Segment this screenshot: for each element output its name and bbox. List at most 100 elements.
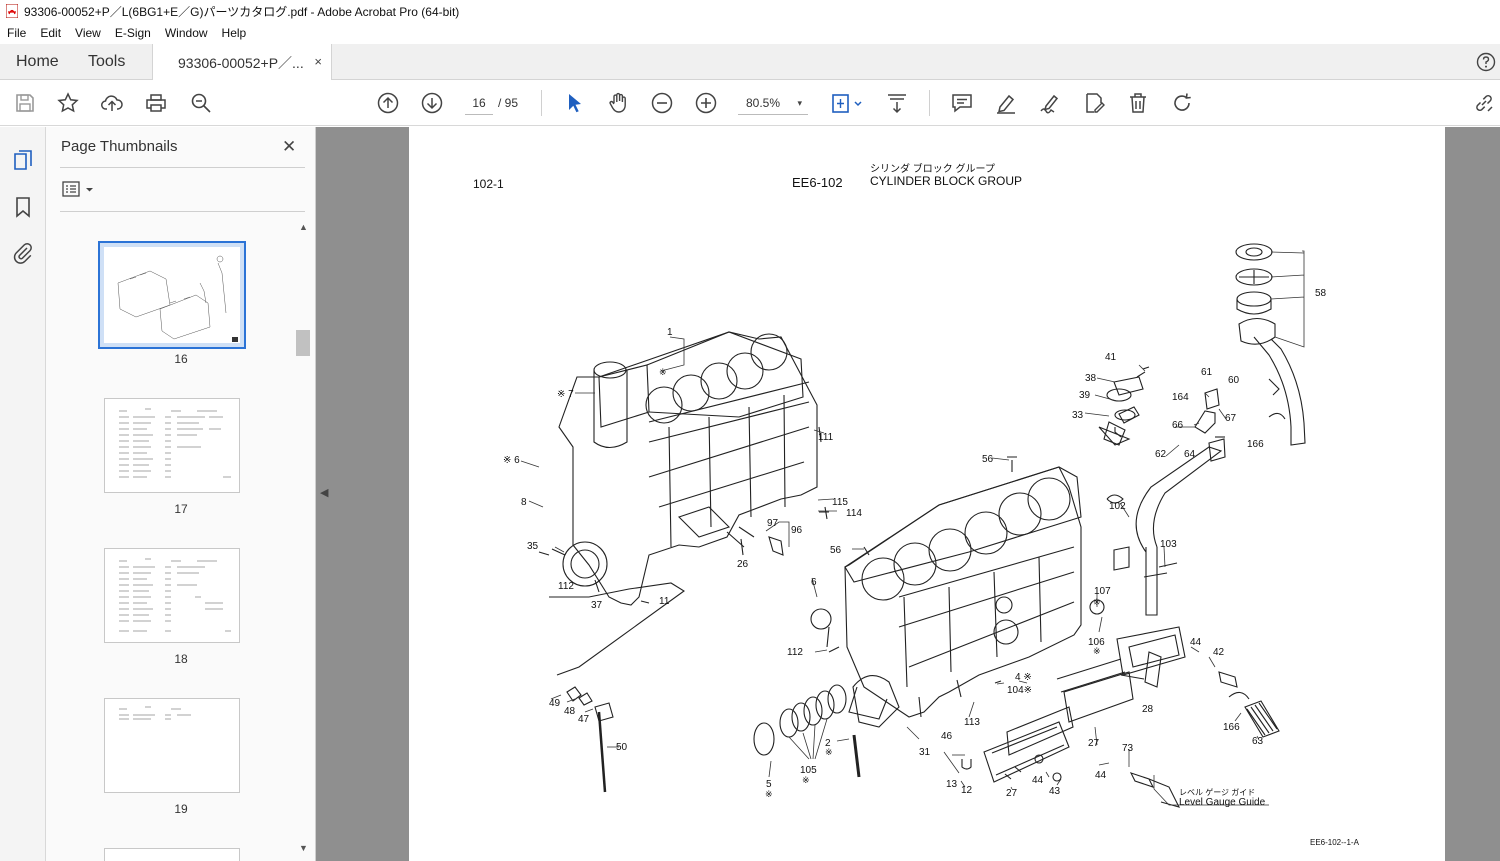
callout: 166 bbox=[1247, 439, 1264, 450]
thumbnail-label-19: 19 bbox=[174, 802, 188, 816]
svg-text:※: ※ bbox=[825, 747, 833, 757]
callout: 35 bbox=[527, 541, 539, 552]
zoom-search-icon[interactable] bbox=[189, 91, 213, 115]
callout: 164 bbox=[1172, 392, 1189, 403]
menu-esign[interactable]: E-Sign bbox=[108, 26, 158, 40]
title-english: CYLINDER BLOCK GROUP bbox=[870, 174, 1022, 188]
scroll-mode-icon[interactable] bbox=[885, 91, 909, 115]
page-thumbnail-20[interactable] bbox=[104, 848, 240, 861]
edit-pdf-icon[interactable] bbox=[1082, 91, 1106, 115]
page-thumbnail-19[interactable] bbox=[104, 698, 240, 793]
page-footer-code: EE6-102--1-A bbox=[1310, 838, 1360, 847]
tab-home[interactable]: Home bbox=[16, 44, 59, 80]
save-icon[interactable] bbox=[13, 91, 37, 115]
scroll-down-icon[interactable]: ▼ bbox=[299, 843, 308, 853]
zoom-in-icon[interactable] bbox=[694, 91, 718, 115]
callout: 115 bbox=[832, 497, 848, 508]
tab-document-label: 93306-00052+P／... bbox=[178, 54, 304, 71]
panel-title: Page Thumbnails bbox=[61, 138, 178, 155]
callout: 97 bbox=[767, 518, 779, 529]
thumbnail-scrollbar[interactable]: ▲ ▼ bbox=[296, 222, 310, 857]
page-id-label: 102-1 bbox=[473, 177, 504, 191]
collapse-panel-icon[interactable]: ◀ bbox=[320, 486, 328, 499]
reference-marks: ※ ※ ※ ※ ※ ※ bbox=[659, 367, 1101, 799]
zoom-level-value: 80.5% bbox=[746, 96, 781, 110]
hand-tool-icon[interactable] bbox=[606, 91, 630, 115]
menu-view[interactable]: View bbox=[68, 26, 108, 40]
callout: 111 bbox=[818, 432, 834, 443]
divider bbox=[60, 211, 305, 212]
svg-text:※: ※ bbox=[1093, 597, 1101, 607]
callout: 112 bbox=[558, 581, 574, 592]
next-page-icon[interactable] bbox=[420, 91, 444, 115]
thumbnail-text-preview bbox=[119, 558, 231, 632]
thumbnail-text-preview bbox=[119, 408, 231, 478]
scrollbar-thumb[interactable] bbox=[296, 330, 310, 356]
tab-tools[interactable]: Tools bbox=[88, 44, 125, 80]
level-gauge-guide-english: Level Gauge Guide bbox=[1179, 797, 1266, 808]
page-thumbnail-18[interactable] bbox=[104, 548, 240, 643]
current-page-input[interactable]: 16 bbox=[465, 91, 493, 115]
thumbnail-options-icon[interactable] bbox=[62, 181, 96, 199]
section-code-label: EE6-102 bbox=[792, 175, 843, 190]
callout: 103 bbox=[1160, 539, 1177, 550]
previous-page-icon[interactable] bbox=[376, 91, 400, 115]
thumbnail-label-17: 17 bbox=[174, 502, 188, 516]
callout: 44 bbox=[1032, 775, 1044, 786]
sign-icon[interactable] bbox=[1038, 91, 1062, 115]
callout: 62 bbox=[1155, 449, 1167, 460]
print-icon[interactable] bbox=[144, 91, 168, 115]
share-link-icon[interactable] bbox=[1472, 91, 1496, 115]
callout: 12 bbox=[961, 785, 973, 796]
callout: 60 bbox=[1228, 375, 1240, 386]
callout: 44 bbox=[1190, 637, 1202, 648]
tab-bar: Home Tools 93306-00052+P／... × bbox=[0, 44, 1500, 81]
callout: 28 bbox=[1142, 704, 1154, 715]
thumbnail-drawing-preview bbox=[104, 247, 240, 343]
close-tab-icon[interactable]: × bbox=[314, 54, 322, 69]
pdf-page: 102-1 EE6-102 シリンダ ブロック グループ CYLINDER BL… bbox=[409, 127, 1445, 861]
callout: 102 bbox=[1109, 501, 1126, 512]
rotate-icon[interactable] bbox=[1170, 91, 1194, 115]
toolbar-separator bbox=[929, 90, 930, 116]
chevron-down-icon: ▾ bbox=[797, 98, 802, 108]
zoom-out-icon[interactable] bbox=[650, 91, 674, 115]
select-cursor-icon[interactable] bbox=[563, 91, 587, 115]
help-icon[interactable] bbox=[1476, 52, 1496, 72]
callout: 48 bbox=[564, 706, 576, 717]
fit-page-icon[interactable] bbox=[830, 91, 864, 115]
callout: 43 bbox=[1049, 786, 1061, 797]
attachments-icon[interactable] bbox=[11, 241, 35, 265]
callout: 37 bbox=[591, 600, 603, 611]
upload-cloud-icon[interactable] bbox=[100, 91, 124, 115]
page-thumbnail-16[interactable] bbox=[98, 241, 246, 349]
scroll-up-icon[interactable]: ▲ bbox=[299, 222, 308, 232]
zoom-level-select[interactable]: 80.5% ▾ bbox=[738, 91, 808, 115]
tab-document[interactable]: 93306-00052+P／... × bbox=[152, 44, 332, 81]
callout: 58 bbox=[1315, 288, 1327, 299]
left-navigation-rail bbox=[0, 127, 46, 861]
highlight-pen-icon[interactable] bbox=[994, 91, 1018, 115]
page-thumbnails-icon[interactable] bbox=[11, 149, 35, 173]
callout-leaders bbox=[520, 250, 1305, 806]
bookmark-star-icon[interactable] bbox=[56, 91, 80, 115]
delete-icon[interactable] bbox=[1126, 91, 1150, 115]
menu-file[interactable]: File bbox=[0, 26, 33, 40]
menu-help[interactable]: Help bbox=[215, 26, 254, 40]
level-gauge-guide-japanese: レベル ゲージ ガイド bbox=[1179, 787, 1255, 797]
bookmarks-icon[interactable] bbox=[11, 195, 35, 219]
callout: 27 bbox=[1006, 788, 1018, 799]
callout: 31 bbox=[919, 747, 931, 758]
callout: 4 ※ bbox=[1015, 672, 1032, 683]
window-title: 93306-00052+P／L(6BG1+E／G)パーツカタログ.pdf - A… bbox=[24, 4, 460, 19]
callout: 49 bbox=[549, 698, 561, 709]
page-thumbnail-17[interactable] bbox=[104, 398, 240, 493]
callout: 113 bbox=[964, 717, 980, 728]
thumbnail-label-18: 18 bbox=[174, 652, 188, 666]
menu-edit[interactable]: Edit bbox=[33, 26, 68, 40]
close-panel-icon[interactable]: ✕ bbox=[282, 137, 296, 157]
engine-drawing bbox=[538, 243, 1306, 808]
callout: 63 bbox=[1252, 736, 1264, 747]
comment-icon[interactable] bbox=[950, 91, 974, 115]
menu-window[interactable]: Window bbox=[158, 26, 215, 40]
